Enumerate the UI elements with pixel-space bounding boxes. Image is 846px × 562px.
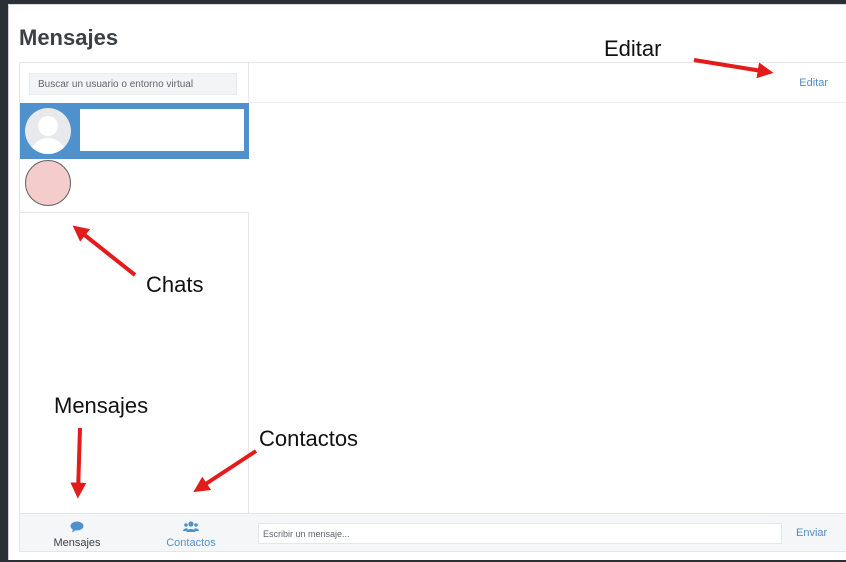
sidebar-tabbar: Mensajes Contactos bbox=[20, 513, 249, 551]
sidebar: Mensajes Contactos bbox=[20, 63, 249, 551]
users-icon bbox=[134, 520, 248, 534]
annotation-contactos: Contactos bbox=[259, 426, 359, 451]
messages-page: Mensajes Buscar un usuario o entorno vir… bbox=[8, 4, 846, 560]
search-area bbox=[20, 63, 249, 103]
chat-bubble-icon bbox=[20, 520, 134, 534]
message-input[interactable] bbox=[258, 523, 782, 544]
chat-item[interactable] bbox=[20, 159, 249, 213]
conversation-header: Editar bbox=[249, 63, 846, 103]
annotation-mensajes: Mensajes bbox=[54, 393, 149, 418]
tab-mensajes[interactable]: Mensajes bbox=[20, 518, 134, 550]
tab-contactos[interactable]: Contactos bbox=[134, 518, 248, 550]
redacted-contact-info bbox=[80, 109, 244, 151]
avatar bbox=[25, 160, 71, 206]
chat-item-active[interactable] bbox=[20, 103, 249, 159]
messaging-panel: Mensajes Contactos bbox=[19, 62, 846, 552]
search-input[interactable] bbox=[29, 73, 237, 95]
message-composer: Enviar bbox=[249, 513, 846, 551]
default-avatar-icon bbox=[25, 108, 71, 154]
redacted-contact-info bbox=[80, 159, 249, 212]
annotation-editar: Editar bbox=[604, 36, 662, 61]
page-title: Mensajes bbox=[19, 25, 119, 50]
tab-contactos-label: Contactos bbox=[166, 537, 216, 549]
send-button[interactable]: Enviar bbox=[796, 527, 827, 539]
edit-link[interactable]: Editar bbox=[799, 77, 828, 89]
annotation-chats: Chats bbox=[146, 272, 204, 297]
tab-mensajes-label: Mensajes bbox=[53, 537, 101, 549]
